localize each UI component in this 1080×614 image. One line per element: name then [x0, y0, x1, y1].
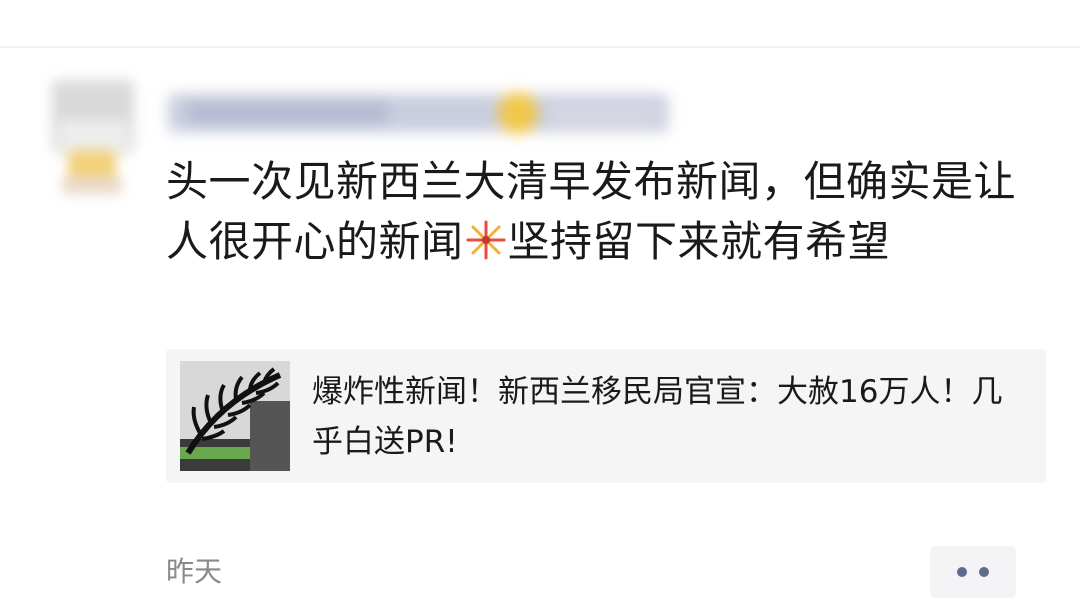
avatar[interactable]: [52, 80, 134, 196]
divider: [0, 46, 1080, 48]
dot: [979, 567, 989, 577]
moments-feed: 头一次见新西兰大清早发布新闻，但确实是让人很开心的新闻 坚持留下来就有希望 爆炸…: [0, 0, 1080, 614]
dot: [957, 567, 967, 577]
article-title: 爆炸性新闻！新西兰移民局官宣：大赦16万人！几乎白送PR!: [312, 374, 1003, 460]
post-text: 头一次见新西兰大清早发布新闻，但确实是让人很开心的新闻 坚持留下来就有希望: [166, 152, 1026, 272]
firework-icon: [464, 218, 508, 262]
silver-fern-icon: [180, 361, 290, 471]
post-timestamp: 昨天: [166, 555, 223, 588]
shared-article-card[interactable]: 爆炸性新闻！新西兰移民局官宣：大赦16万人！几乎白送PR!: [166, 349, 1046, 483]
post-text-part2: 坚持留下来就有希望: [507, 217, 891, 266]
author-name[interactable]: [168, 92, 668, 136]
more-dots-icon[interactable]: [930, 546, 1016, 598]
